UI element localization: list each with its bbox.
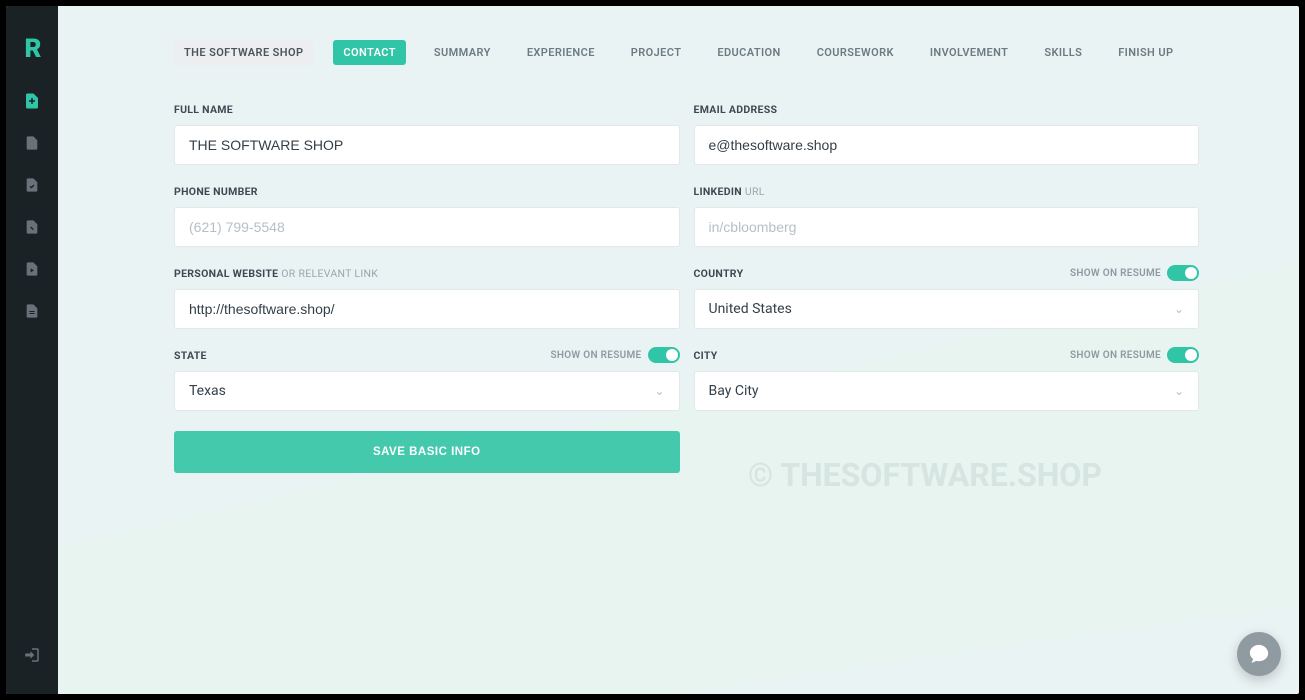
tab-education[interactable]: EDUCATION <box>709 40 788 65</box>
state-select[interactable]: Texas ⌄ <box>174 371 680 411</box>
save-button[interactable]: SAVE BASIC INFO <box>174 431 680 473</box>
city-label: CITY <box>694 349 718 362</box>
chevron-down-icon: ⌄ <box>1174 384 1184 398</box>
state-value: Texas <box>189 383 226 399</box>
country-select[interactable]: United States ⌄ <box>694 289 1200 329</box>
sidebar-nav <box>23 92 41 320</box>
tab-experience[interactable]: EXPERIENCE <box>519 40 603 65</box>
chevron-down-icon: ⌄ <box>1174 302 1184 316</box>
city-toggle[interactable] <box>1167 347 1199 363</box>
tab-project[interactable]: PROJECT <box>623 40 690 65</box>
country-show-on-label: SHOW ON RESUME <box>1070 268 1161 279</box>
contact-form: FULL NAME EMAIL ADDRESS PHONE NUMBER <box>174 101 1199 473</box>
document-icon[interactable] <box>23 134 41 152</box>
tab-bar: THE SOFTWARE SHOP CONTACT SUMMARY EXPERI… <box>174 40 1199 65</box>
tab-skills[interactable]: SKILLS <box>1036 40 1090 65</box>
city-show-on-label: SHOW ON RESUME <box>1070 350 1161 361</box>
city-select[interactable]: Bay City ⌄ <box>694 371 1200 411</box>
website-input[interactable] <box>174 289 680 329</box>
email-label: EMAIL ADDRESS <box>694 103 778 116</box>
email-input[interactable] <box>694 125 1200 165</box>
country-value: United States <box>709 301 792 317</box>
document-video-icon[interactable] <box>23 260 41 278</box>
document-check-icon[interactable] <box>23 176 41 194</box>
tab-contact[interactable]: CONTACT <box>333 40 405 65</box>
city-value: Bay City <box>709 383 759 399</box>
state-show-on-label: SHOW ON RESUME <box>550 350 641 361</box>
main-area: © THESOFTWARE.SHOP THE SOFTWARE SHOP CON… <box>58 6 1299 694</box>
linkedin-label: LINKEDIN URL <box>694 185 765 198</box>
phone-input[interactable] <box>174 207 680 247</box>
phone-label: PHONE NUMBER <box>174 185 258 198</box>
full-name-input[interactable] <box>174 125 680 165</box>
tab-involvement[interactable]: INVOLVEMENT <box>922 40 1017 65</box>
document-list-icon[interactable] <box>23 302 41 320</box>
country-toggle[interactable] <box>1167 265 1199 281</box>
tab-coursework[interactable]: COURSEWORK <box>809 40 902 65</box>
tab-profile-name[interactable]: THE SOFTWARE SHOP <box>174 40 313 65</box>
logout-icon[interactable] <box>23 646 41 668</box>
state-toggle[interactable] <box>648 347 680 363</box>
sidebar: R <box>6 6 58 694</box>
tab-finish-up[interactable]: FINISH UP <box>1110 40 1181 65</box>
tab-summary[interactable]: SUMMARY <box>426 40 499 65</box>
new-document-icon[interactable] <box>23 92 41 110</box>
chevron-down-icon: ⌄ <box>654 384 664 398</box>
website-label: PERSONAL WEBSITE OR RELEVANT LINK <box>174 267 378 280</box>
full-name-label: FULL NAME <box>174 103 233 116</box>
linkedin-input[interactable] <box>694 207 1200 247</box>
app-logo: R <box>25 34 40 64</box>
country-label: COUNTRY <box>694 267 744 280</box>
state-label: STATE <box>174 349 207 362</box>
chat-launcher[interactable] <box>1237 632 1281 676</box>
document-edit-icon[interactable] <box>23 218 41 236</box>
